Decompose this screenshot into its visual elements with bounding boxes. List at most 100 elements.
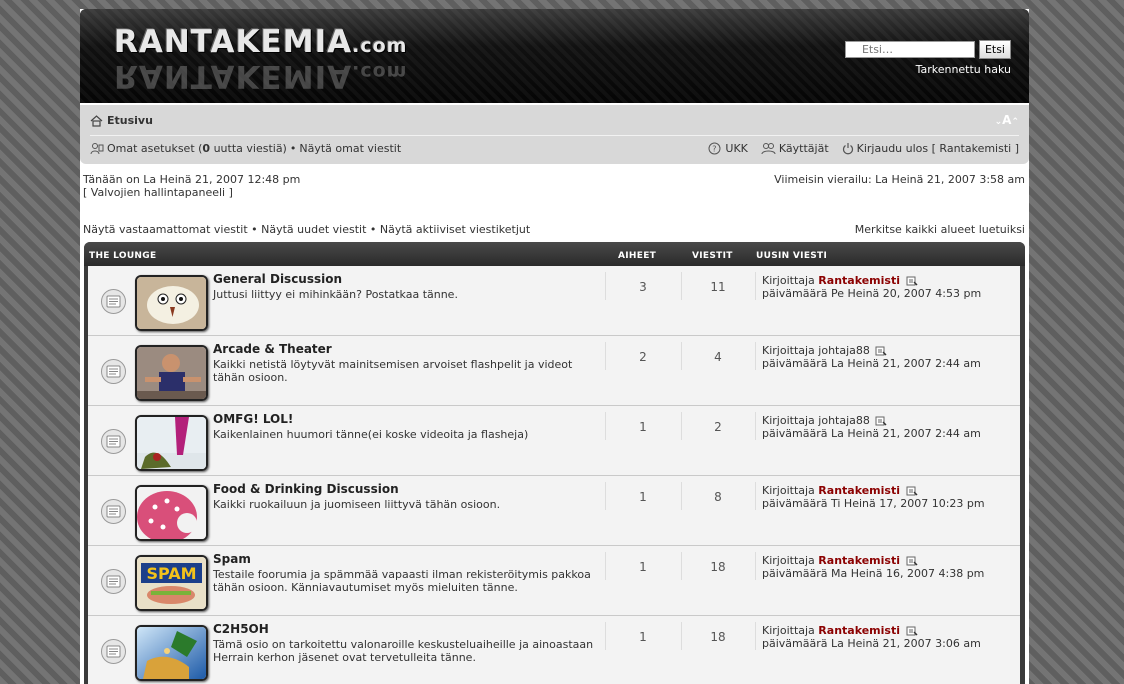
category-title[interactable]: THE LOUNGE — [89, 251, 156, 261]
forum-topics-count: 3 — [639, 280, 647, 294]
forum-topics-count: 1 — [639, 560, 647, 574]
mcp-link[interactable]: [ Valvojien hallintapaneeli ] — [83, 186, 1025, 199]
column-divider — [755, 412, 756, 440]
forum-last-post: Kirjoittaja Rantakemisti päivämäärä Ma H… — [762, 554, 1002, 580]
search-button[interactable]: Etsi — [978, 40, 1011, 59]
font-size-toggle[interactable]: ⌄A⌃ — [995, 113, 1019, 127]
forum-title[interactable]: C2H5OH — [213, 622, 269, 636]
view-latest-post-icon[interactable] — [875, 416, 887, 426]
new-posts-link[interactable]: Näytä uudet viestit — [261, 223, 366, 236]
user-settings-link[interactable]: Omat asetukset (0 uutta viestiä) — [107, 142, 287, 155]
last-post-author[interactable]: Rantakemisti — [818, 484, 900, 497]
navbar: Etusivu ⌄A⌃ Omat asetukset (0 uutta vies… — [80, 105, 1029, 164]
forum-last-post: Kirjoittaja Rantakemisti päivämäärä La H… — [762, 624, 1002, 650]
view-latest-post-icon[interactable] — [906, 276, 918, 286]
last-post-author[interactable]: Rantakemisti — [818, 624, 900, 637]
forum-posts-count: 2 — [714, 420, 722, 434]
forum-posts-count: 4 — [714, 350, 722, 364]
forum-row: Food & Drinking Discussion Kaikki ruokai… — [88, 476, 1020, 546]
last-post-by-label: Kirjoittaja — [762, 414, 819, 427]
last-post-by-label: Kirjoittaja — [762, 554, 819, 567]
forum-thumbnail[interactable] — [135, 485, 208, 541]
column-divider — [755, 622, 756, 650]
forum-row: General Discussion Juttusi liittyy ei mi… — [88, 266, 1020, 336]
last-post-date: päivämäärä Ti Heinä 17, 2007 10:23 pm — [762, 497, 985, 510]
last-post-author[interactable]: Rantakemisti — [818, 554, 900, 567]
user-settings-icon — [90, 143, 104, 155]
active-topics-link[interactable]: Näytä aktiiviset viestiketjut — [380, 223, 530, 236]
forum-thumbnail[interactable] — [135, 345, 208, 401]
forum-title[interactable]: Arcade & Theater — [213, 342, 332, 356]
last-post-by-label: Kirjoittaja — [762, 344, 819, 357]
view-latest-post-icon[interactable] — [906, 556, 918, 566]
forum-read-icon — [101, 499, 126, 524]
unanswered-posts-link[interactable]: Näytä vastaamattomat viestit — [83, 223, 248, 236]
advanced-search-link[interactable]: Tarkennettu haku — [845, 63, 1011, 76]
column-divider — [681, 622, 682, 650]
forum-title[interactable]: Food & Drinking Discussion — [213, 482, 399, 496]
last-post-author[interactable]: johtaja88 — [818, 414, 870, 427]
quick-links-separator: • — [247, 223, 262, 236]
column-divider — [681, 342, 682, 370]
forum-list: THE LOUNGE AIHEET VIESTIT UUSIN VIESTI G… — [84, 242, 1025, 684]
breadcrumb-home[interactable]: Etusivu — [107, 114, 153, 127]
logout-link[interactable]: Kirjaudu ulos [ Rantakemisti ] — [857, 142, 1019, 155]
user-settings-suffix: uutta viestiä) — [210, 142, 287, 155]
view-latest-post-icon[interactable] — [906, 486, 918, 496]
forum-read-icon — [101, 429, 126, 454]
faq-icon: ? — [708, 142, 721, 155]
last-post-by-label: Kirjoittaja — [762, 484, 819, 497]
forum-description: Testaile foorumia ja spämmää vapaasti il… — [213, 568, 591, 594]
logo-reflection: RANTAKEMIA.com — [114, 63, 408, 89]
forum-description: Kaikki netistä löytyvät mainitsemisen ar… — [213, 358, 573, 384]
members-link[interactable]: Käyttäjät — [779, 142, 829, 155]
forum-description: Kaikki ruokailuun ja juomiseen liittyvä … — [213, 498, 501, 511]
forum-thumbnail[interactable]: SPAM — [135, 555, 208, 611]
column-divider — [605, 622, 606, 650]
forum-read-icon — [101, 359, 126, 384]
topics-column-header: AIHEET — [618, 251, 657, 261]
last-post-column-header: UUSIN VIESTI — [756, 251, 828, 261]
posts-column-header: VIESTIT — [692, 251, 733, 261]
view-latest-post-icon[interactable] — [875, 346, 887, 356]
column-divider — [755, 272, 756, 300]
own-posts-link[interactable]: Näytä omat viestit — [299, 142, 401, 155]
forum-description: Juttusi liittyy ei mihinkään? Postatkaa … — [213, 288, 458, 301]
navbar-divider — [90, 135, 1019, 136]
members-icon — [761, 143, 776, 155]
forum-row: C2H5OH Tämä osio on tarkoitettu valonaro… — [88, 616, 1020, 684]
forum-row: SPAM Spam Testaile foorumia ja spämmää v… — [88, 546, 1020, 616]
forum-topics-count: 2 — [639, 350, 647, 364]
site-logo[interactable]: RANTAKEMIA.com RANTAKEMIA.com — [114, 25, 407, 89]
forum-last-post: Kirjoittaja johtaja88 päivämäärä La Hein… — [762, 414, 1002, 440]
column-divider — [605, 482, 606, 510]
forum-description: Kaikenlainen huumori tänne(ei koske vide… — [213, 428, 529, 441]
forum-read-icon — [101, 569, 126, 594]
forum-list-header: THE LOUNGE AIHEET VIESTIT UUSIN VIESTI — [84, 242, 1025, 266]
svg-text:?: ? — [713, 145, 717, 154]
last-post-author[interactable]: johtaja88 — [818, 344, 870, 357]
last-post-author[interactable]: Rantakemisti — [818, 274, 900, 287]
column-divider — [605, 272, 606, 300]
logo-suffix: .com — [352, 35, 408, 57]
forum-last-post: Kirjoittaja johtaja88 päivämäärä La Hein… — [762, 344, 1002, 370]
faq-link[interactable]: UKK — [725, 142, 747, 155]
forum-thumbnail[interactable] — [135, 415, 208, 471]
column-divider — [681, 412, 682, 440]
forum-title[interactable]: Spam — [213, 552, 251, 566]
view-latest-post-icon[interactable] — [906, 626, 918, 636]
forum-row: OMFG! LOL! Kaikenlainen huumori tänne(ei… — [88, 406, 1020, 476]
forum-title[interactable]: OMFG! LOL! — [213, 412, 293, 426]
column-divider — [755, 482, 756, 510]
mark-read-link[interactable]: Merkitse kaikki alueet luetuiksi — [855, 223, 1025, 236]
forum-last-post: Kirjoittaja Rantakemisti päivämäärä Ti H… — [762, 484, 1002, 510]
forum-thumbnail[interactable] — [135, 275, 208, 331]
search-input[interactable] — [844, 41, 975, 58]
forum-thumbnail[interactable] — [135, 625, 208, 681]
forum-title[interactable]: General Discussion — [213, 272, 342, 286]
column-divider — [681, 482, 682, 510]
column-divider — [681, 272, 682, 300]
date-info: Tänään on La Heinä 21, 2007 12:48 pm [ V… — [83, 173, 1025, 199]
column-divider — [605, 412, 606, 440]
forum-description: Tämä osio on tarkoitettu valonaroille ke… — [213, 638, 594, 664]
